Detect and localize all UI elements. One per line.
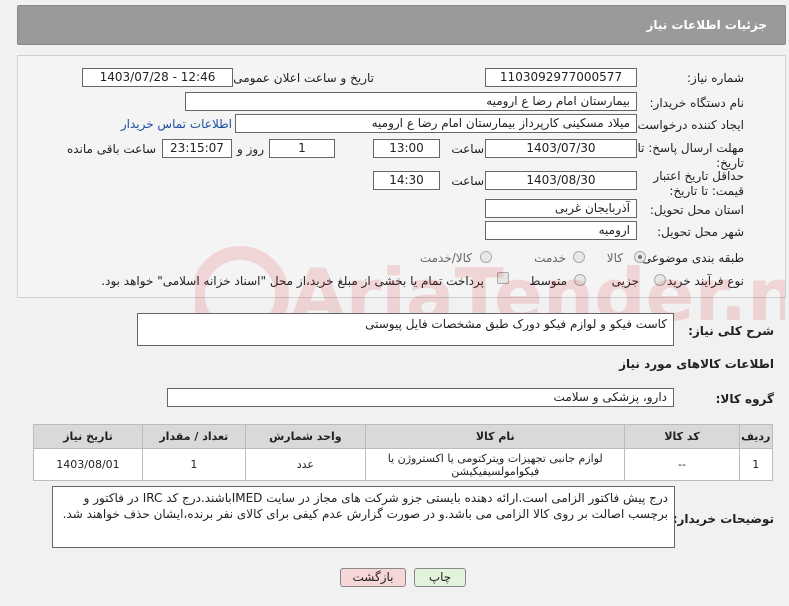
buyer-notes-textarea[interactable]: درج پیش فاکتور الزامی است.ارائه دهنده با… [52,486,675,548]
validity-label: حداقل تاریخ اعتبار قیمت: تا تاریخ: [653,169,744,198]
deadline-time-label: ساعت [451,142,484,156]
cell-date: 1403/08/01 [33,448,143,481]
remaining-time-field: 23:15:07 [162,139,232,158]
deadline-date-field: 1403/07/30 [485,139,637,158]
city-field: ارومیه [485,221,637,240]
cell-row: 1 [738,448,774,481]
buyer-contact-link[interactable]: اطلاعات تماس خریدار [121,117,232,131]
validity-time-field: 14:30 [373,171,440,190]
process-option-minor: جزیی [611,274,639,288]
creator-label: ایجاد کننده درخواست: [633,118,744,132]
category-option-goods-service: کالا/خدمت [419,251,472,265]
deadline-time-field: 13:00 [373,139,440,158]
treasury-payment-checkbox[interactable] [497,272,509,284]
process-radio-medium[interactable] [574,274,586,286]
print-button[interactable]: چاپ [414,568,466,587]
cell-name: لوازم جانبی تجهیزات ویترکتومی یا اکستروژ… [365,448,626,481]
table-row: 1 -- لوازم جانبی تجهیزات ویترکتومی یا اک… [33,448,774,481]
city-label: شهر محل تحویل: [657,225,744,239]
buyer-org-field: بیمارستان امام رضا ع ارومیه [185,92,637,111]
days-label: روز و [237,142,264,156]
remaining-label: ساعت باقی مانده [66,142,156,156]
category-radio-goods[interactable] [634,251,646,263]
buyer-org-label: نام دستگاه خریدار: [649,96,745,110]
goods-table-header: ردیف کد کالا نام کالا واحد شمارش تعداد /… [33,424,774,449]
announce-label: تاریخ و ساعت اعلان عمومی: [229,71,374,85]
description-label: شرح کلی نیاز: [688,324,774,338]
goods-section-title: اطلاعات کالاهای مورد نیاز [619,357,774,371]
col-date: تاریخ نیاز [33,424,143,449]
goods-group-label: گروه کالا: [715,392,774,406]
description-textarea[interactable]: کاست فیکو و لوازم فیکو دورک طبق مشخصات ف… [137,313,674,346]
category-option-service: خدمت [534,251,566,265]
days-field: 1 [269,139,335,158]
col-code: کد کالا [624,424,740,449]
announce-field: 1403/07/28 - 12:46 [82,68,233,87]
col-row: ردیف [738,424,774,449]
buyer-notes-label: توضیحات خریدار: [672,512,774,526]
category-label: طبقه بندی موضوعی: [637,251,744,265]
category-radio-service[interactable] [573,251,585,263]
goods-table: ردیف کد کالا نام کالا واحد شمارش تعداد /… [33,424,774,481]
need-number-field: 1103092977000577 [485,68,637,87]
cell-qty: 1 [141,448,246,481]
payment-note: پرداخت تمام یا بخشی از مبلغ خرید،از محل … [101,274,484,288]
process-label: نوع فرآیند خرید : [659,274,744,288]
goods-group-field: دارو، پزشکی و سلامت [167,388,674,407]
creator-field: میلاد مسکینی کارپرداز بیمارستان امام رضا… [235,114,637,133]
col-unit: واحد شمارش [244,424,367,449]
need-number-label: شماره نیاز: [687,71,744,85]
validity-time-label: ساعت [451,174,484,188]
cell-code: -- [624,448,740,481]
back-button[interactable]: بازگشت [340,568,406,587]
col-qty: تعداد / مقدار [141,424,246,449]
cell-unit: عدد [244,448,367,481]
validity-date-field: 1403/08/30 [485,171,637,190]
process-option-medium: متوسط [529,274,567,288]
page-header: جزئیات اطلاعات نیاز [17,5,786,45]
process-radio-minor[interactable] [654,274,666,286]
deadline-label: مهلت ارسال پاسخ: تا تاریخ: [637,141,744,170]
category-option-goods: کالا [606,251,623,265]
province-label: استان محل تحویل: [649,203,744,217]
page-title: جزئیات اطلاعات نیاز [646,18,767,32]
province-field: آذربایجان غربی [485,199,637,218]
col-name: نام کالا [365,424,626,449]
category-radio-goods-service[interactable] [480,251,492,263]
